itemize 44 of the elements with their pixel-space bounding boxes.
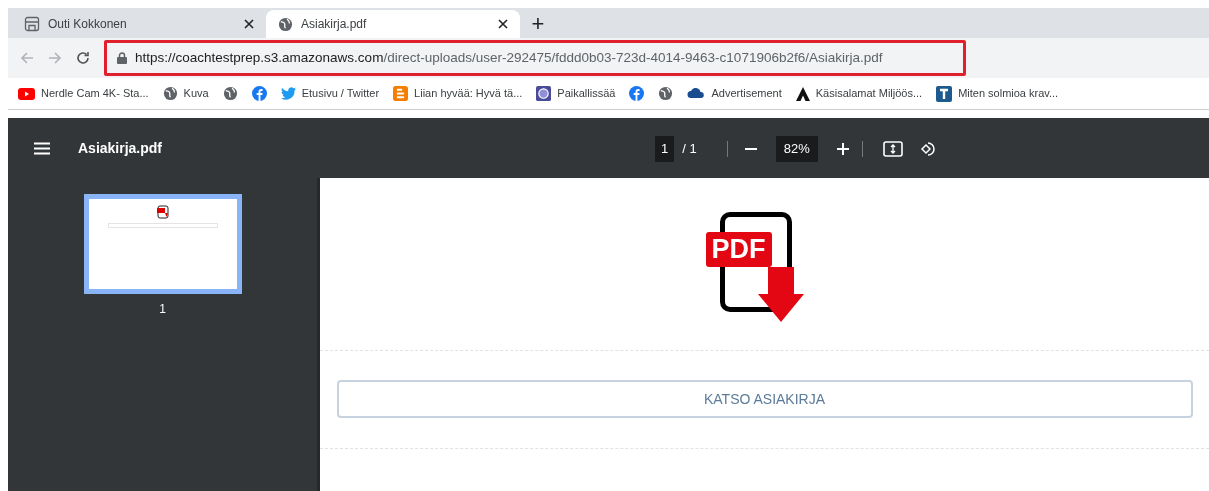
- bird-icon: [280, 87, 296, 100]
- view-document-button[interactable]: KATSO ASIAKIRJA: [336, 380, 1193, 418]
- page-number-field[interactable]: 1: [655, 136, 675, 162]
- browser-tab[interactable]: Outi Kokkonen: [12, 10, 266, 38]
- bookmark[interactable]: Liian hyvää: Hyvä tä...: [391, 85, 525, 102]
- globe-icon: [278, 16, 293, 32]
- close-icon[interactable]: [498, 19, 508, 29]
- globe-icon: [162, 86, 178, 101]
- fit-page-icon[interactable]: [882, 140, 903, 157]
- page-thumbnail[interactable]: [83, 194, 242, 294]
- bookmark[interactable]: Käsisalamat Miljöös...: [793, 85, 925, 102]
- zoom-field[interactable]: 82%: [775, 136, 818, 162]
- bookmark[interactable]: [249, 86, 269, 101]
- address-bar[interactable]: https://coachtestprep.s3.amazonaws.com/direct-uploads/user-292475/fddd0b03-723d-4014-9463-c1071906b2f6/Asiakirja.pdf: [104, 40, 966, 76]
- page-number: 1: [159, 301, 166, 318]
- storefront-icon: [24, 16, 40, 32]
- globe-icon: [658, 86, 674, 101]
- bookmark[interactable]: Kuva: [160, 85, 211, 102]
- bookmark[interactable]: Miten solmioa krav...: [934, 85, 1061, 102]
- blog-logo-icon: [393, 86, 409, 101]
- triangle-logo-icon: [795, 86, 810, 101]
- url-text: https://coachtestprep.s3.amazonaws.com/direct-uploads/user-292475/fddd0b03-723d-4014-9463-c1071906b2f6/Asiakirja.pdf: [135, 48, 883, 67]
- new-tab-button[interactable]: +: [524, 10, 552, 38]
- bookmark[interactable]: [627, 86, 647, 101]
- menu-icon[interactable]: [34, 141, 50, 155]
- bookmark[interactable]: Nerdle Cam 4K- Sta...: [16, 85, 151, 102]
- page-count: / 1: [682, 140, 697, 158]
- close-icon[interactable]: [244, 19, 254, 29]
- reload-icon[interactable]: [76, 51, 90, 65]
- facebook-icon: [629, 86, 645, 101]
- document-title: Asiakirja.pdf: [78, 138, 163, 158]
- zoom-in-icon[interactable]: [835, 141, 850, 156]
- bookmark[interactable]: Etusivu / Twitter: [278, 85, 382, 102]
- lock-icon: [117, 52, 127, 64]
- cloud-icon: [687, 88, 706, 99]
- globe-icon: [222, 86, 238, 101]
- round-logo-icon: [536, 86, 552, 101]
- letter-tile-icon: [936, 85, 953, 102]
- bookmark[interactable]: Advertisement: [685, 85, 784, 102]
- browser-tab[interactable]: Asiakirja.pdf: [266, 10, 520, 38]
- play-logo-icon: [18, 87, 35, 100]
- rotate-icon[interactable]: [918, 139, 937, 158]
- facebook-icon: [251, 86, 267, 101]
- bookmark[interactable]: Paikallissää: [534, 85, 618, 102]
